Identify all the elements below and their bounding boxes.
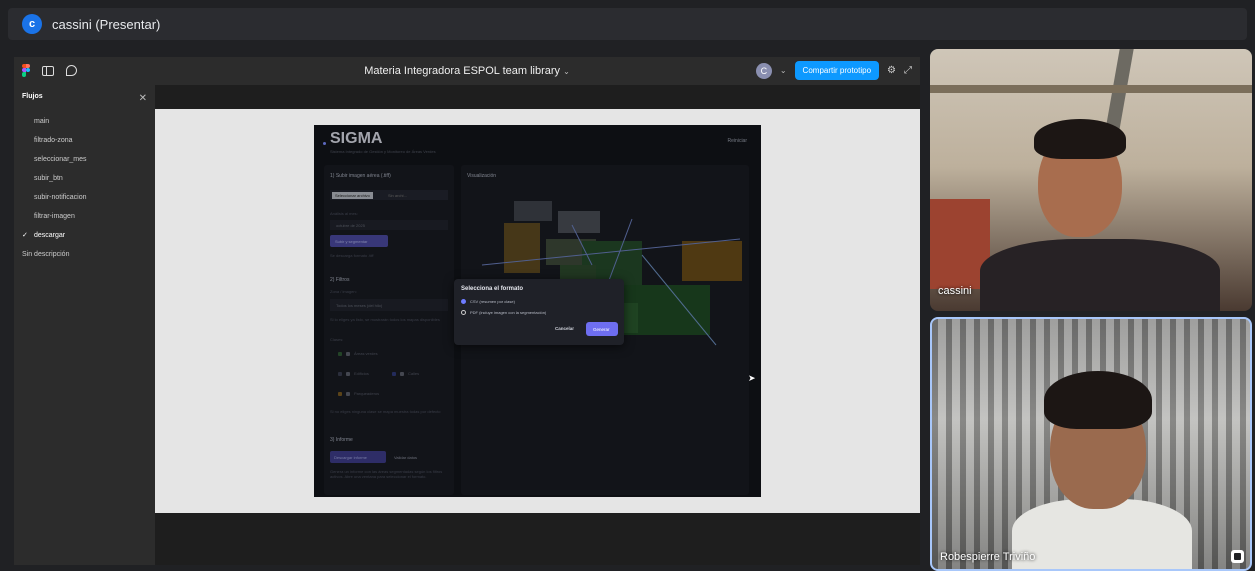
flows-panel: Flujos ✕ main filtrado-zona seleccionar_…	[14, 85, 155, 565]
participant-name: cassini	[938, 285, 972, 297]
radio-icon[interactable]	[461, 310, 466, 315]
flow-item[interactable]: subir_btn	[22, 169, 147, 188]
cancel-button[interactable]: Cancelar	[555, 326, 574, 331]
flows-heading: Flujos	[22, 93, 43, 100]
meet-top-bar: c cassini (Presentar)	[8, 8, 1247, 40]
close-icon[interactable]: ✕	[139, 93, 147, 104]
file-title[interactable]: Materia Integradora ESPOL team library	[364, 65, 560, 77]
generate-button[interactable]: Generar	[586, 322, 618, 336]
flow-item[interactable]: filtrado-zona	[22, 131, 147, 150]
sigma-frame: SIGMA Sistema Integrado de Gestión y Mon…	[314, 125, 761, 497]
format-option-csv[interactable]: CSV (resumen por clase)	[461, 299, 515, 304]
option-label: CSV (resumen por clase)	[470, 299, 515, 304]
flow-item[interactable]: subir-notificacion	[22, 188, 147, 207]
settings-sliders-icon[interactable]: ⚙	[887, 65, 896, 76]
figma-toolbar: Materia Integradora ESPOL team library ⌄…	[14, 57, 920, 85]
format-dialog: Selecciona el formato CSV (resumen por c…	[454, 279, 624, 345]
user-chevron-icon[interactable]: ⌄	[780, 66, 787, 75]
chevron-down-icon[interactable]: ⌄	[563, 67, 570, 76]
dialog-title: Selecciona el formato	[461, 286, 524, 292]
format-option-pdf[interactable]: PDF (incluye imagen con la segmentación)	[461, 310, 546, 315]
mouse-cursor-icon: ➤	[748, 373, 756, 383]
share-prototype-button[interactable]: Compartir prototipo	[794, 61, 880, 80]
prototype-stage: SIGMA Sistema Integrado de Gestión y Mon…	[155, 85, 920, 565]
user-avatar[interactable]: C	[755, 62, 772, 79]
generate-label: Generar	[593, 326, 610, 332]
flow-item-active[interactable]: ✓ descargar	[22, 226, 147, 245]
presenter-title: cassini (Presentar)	[52, 16, 161, 32]
participant-name: Robespierre Triviño	[940, 551, 1036, 563]
presenter-avatar: c	[22, 14, 42, 34]
participant-tile-active[interactable]: Robespierre Triviño	[930, 317, 1252, 571]
picture-in-picture-icon[interactable]	[1231, 550, 1244, 563]
participant-tile[interactable]: cassini	[930, 49, 1252, 311]
radio-selected-icon[interactable]	[461, 299, 466, 304]
prototype-canvas: SIGMA Sistema Integrado de Gestión y Mon…	[155, 109, 920, 513]
flow-item[interactable]: seleccionar_mes	[22, 150, 147, 169]
check-icon: ✓	[22, 232, 28, 239]
sidebar-toggle-icon[interactable]	[42, 65, 54, 76]
flow-item[interactable]: main	[22, 112, 147, 131]
flow-item[interactable]: filtrar-imagen	[22, 207, 147, 226]
figma-logo-icon[interactable]	[22, 64, 30, 77]
option-label: PDF (incluye imagen con la segmentación)	[470, 310, 547, 315]
flow-item-label: descargar	[34, 232, 66, 239]
comment-icon[interactable]	[66, 65, 77, 76]
expand-icon[interactable]: ⤢	[904, 65, 912, 76]
shared-screen: Materia Integradora ESPOL team library ⌄…	[14, 57, 920, 565]
flow-description: Sin descripción	[22, 251, 70, 258]
